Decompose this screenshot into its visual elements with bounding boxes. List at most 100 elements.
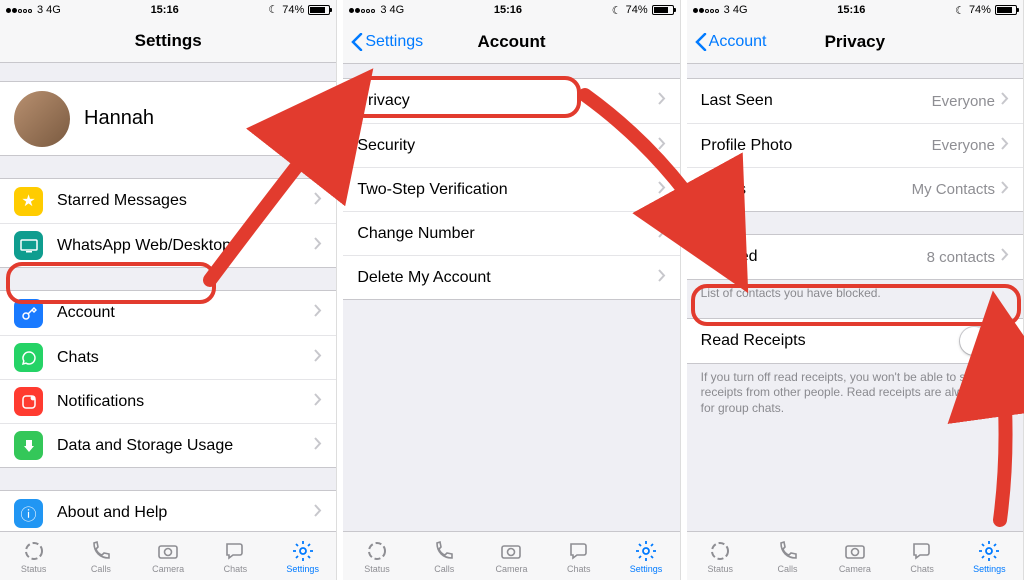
battery-icon: [308, 5, 330, 15]
chat-icon: [14, 343, 43, 372]
tab-calls[interactable]: Calls: [411, 532, 478, 580]
row-label: Starred Messages: [57, 192, 314, 210]
read-receipts-toggle[interactable]: [959, 326, 1009, 356]
status-icon: [365, 539, 389, 563]
avatar: [14, 91, 70, 147]
row-blocked[interactable]: Blocked 8 contacts: [687, 235, 1023, 279]
chevron-right-icon: [1001, 181, 1009, 199]
chevron-left-icon: [351, 33, 363, 51]
tab-label: Chats: [567, 564, 591, 574]
tab-label: Calls: [778, 564, 798, 574]
row-status[interactable]: Status My Contacts: [687, 167, 1023, 211]
tab-bar: Status Calls Camera Chats Settings: [0, 531, 336, 580]
tab-label: Calls: [434, 564, 454, 574]
status-bar: 3 4G 15:16 ☾ 74%: [343, 0, 679, 20]
gear-icon: [977, 539, 1001, 563]
status-icon: [708, 539, 732, 563]
moon-icon: ☾: [268, 3, 278, 16]
notification-icon: [14, 387, 43, 416]
tab-status[interactable]: Status: [343, 532, 410, 580]
phone-icon: [432, 539, 456, 563]
profile-row[interactable]: Hannah: [0, 81, 336, 156]
tab-label: Calls: [91, 564, 111, 574]
tab-settings[interactable]: Settings: [612, 532, 679, 580]
tab-calls[interactable]: Calls: [754, 532, 821, 580]
tab-label: Settings: [973, 564, 1006, 574]
row-value: Everyone: [932, 137, 995, 154]
row-label: Last Seen: [701, 92, 932, 110]
tab-camera[interactable]: Camera: [135, 532, 202, 580]
row-security[interactable]: Security: [343, 123, 679, 167]
clock-label: 15:16: [837, 4, 865, 16]
row-data-storage[interactable]: Data and Storage Usage: [0, 423, 336, 467]
read-receipts-note: If you turn off read receipts, you won't…: [687, 364, 1023, 423]
chats-icon: [567, 539, 591, 563]
signal-dots-icon: [6, 4, 33, 16]
chevron-right-icon: [314, 192, 322, 210]
row-starred-messages[interactable]: ★ Starred Messages: [0, 179, 336, 223]
moon-icon: ☾: [955, 4, 965, 17]
profile-name: Hannah: [84, 107, 154, 130]
chevron-right-icon: [1001, 92, 1009, 110]
data-icon: [14, 431, 43, 460]
row-chats[interactable]: Chats: [0, 335, 336, 379]
tab-status[interactable]: Status: [687, 532, 754, 580]
back-button[interactable]: Settings: [351, 33, 423, 51]
tab-settings[interactable]: Settings: [956, 532, 1023, 580]
row-account[interactable]: Account: [0, 291, 336, 335]
row-whatsapp-web[interactable]: WhatsApp Web/Desktop: [0, 223, 336, 267]
chats-icon: [223, 539, 247, 563]
navbar: Account Privacy: [687, 20, 1023, 64]
row-label: Account: [57, 304, 314, 322]
clock-label: 15:16: [494, 4, 522, 16]
chevron-right-icon: [314, 304, 322, 322]
camera-icon: [156, 539, 180, 563]
chevron-right-icon: [314, 393, 322, 411]
desktop-icon: [14, 231, 43, 260]
tab-chats[interactable]: Chats: [545, 532, 612, 580]
tab-settings[interactable]: Settings: [269, 532, 336, 580]
gear-icon: [634, 539, 658, 563]
battery-pct: 74%: [626, 4, 648, 16]
tab-chats[interactable]: Chats: [888, 532, 955, 580]
row-privacy[interactable]: Privacy: [343, 79, 679, 123]
tab-label: Status: [364, 564, 390, 574]
row-read-receipts[interactable]: Read Receipts: [687, 319, 1023, 363]
chevron-left-icon: [695, 33, 707, 51]
tab-label: Camera: [839, 564, 871, 574]
battery-icon: [995, 5, 1017, 15]
back-button[interactable]: Account: [695, 33, 767, 51]
row-label: Read Receipts: [701, 332, 959, 350]
tab-camera[interactable]: Camera: [478, 532, 545, 580]
tab-camera[interactable]: Camera: [821, 532, 888, 580]
row-label: Chats: [57, 349, 314, 367]
row-label: Privacy: [357, 92, 657, 110]
tab-status[interactable]: Status: [0, 532, 67, 580]
row-about-help[interactable]: ⓘ About and Help: [0, 491, 336, 535]
row-two-step[interactable]: Two-Step Verification: [343, 167, 679, 211]
row-change-number[interactable]: Change Number: [343, 211, 679, 255]
back-label: Settings: [365, 33, 423, 51]
chevron-right-icon: [314, 437, 322, 455]
row-last-seen[interactable]: Last Seen Everyone: [687, 79, 1023, 123]
row-label: About and Help: [57, 504, 314, 522]
chevron-right-icon: [658, 269, 666, 287]
row-delete-account[interactable]: Delete My Account: [343, 255, 679, 299]
row-notifications[interactable]: Notifications: [0, 379, 336, 423]
chats-icon: [910, 539, 934, 563]
tab-label: Camera: [152, 564, 184, 574]
page-title: Settings: [135, 31, 202, 51]
tab-label: Status: [21, 564, 47, 574]
row-profile-photo[interactable]: Profile Photo Everyone: [687, 123, 1023, 167]
status-bar: 3 4G 15:16 ☾ 74%: [0, 0, 336, 20]
gear-icon: [291, 539, 315, 563]
tab-calls[interactable]: Calls: [67, 532, 134, 580]
tab-chats[interactable]: Chats: [202, 532, 269, 580]
row-label: Two-Step Verification: [357, 181, 657, 199]
tab-label: Camera: [495, 564, 527, 574]
blocked-note: List of contacts you have blocked.: [687, 280, 1023, 308]
row-label: Delete My Account: [357, 269, 657, 287]
row-label: Data and Storage Usage: [57, 437, 314, 455]
chevron-right-icon: [658, 137, 666, 155]
phone-icon: [776, 539, 800, 563]
